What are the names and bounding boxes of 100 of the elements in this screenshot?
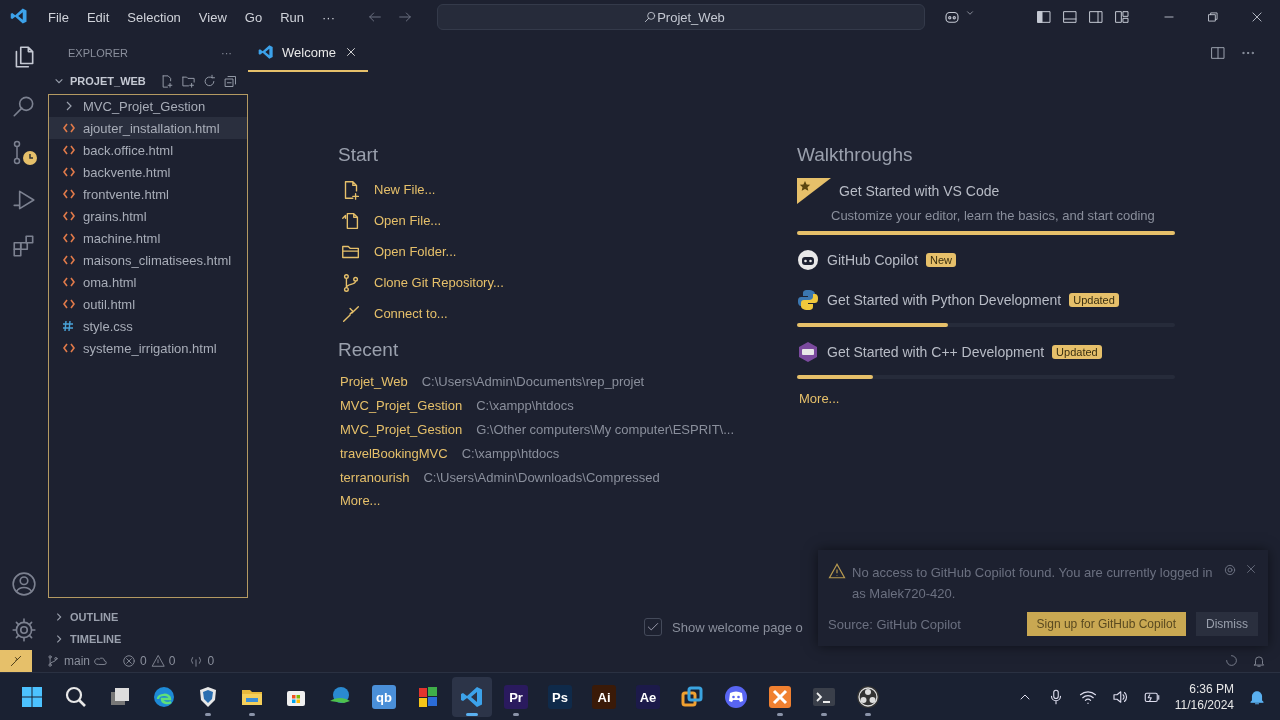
hash-icon (63, 318, 75, 334)
code-brackets-icon (63, 233, 75, 244)
code-editor-icon (258, 44, 274, 60)
app-tile-button[interactable]: Pr (504, 685, 528, 709)
code-editor-icon (10, 6, 28, 25)
restore-icon[interactable] (1206, 10, 1220, 24)
start-link[interactable]: Clone Git Repository... (338, 267, 504, 298)
bell-icon[interactable] (1248, 688, 1266, 706)
recent-link[interactable]: travelBookingMVC (340, 445, 448, 461)
gamepad-face-icon[interactable] (724, 685, 748, 709)
settings-icon[interactable] (11, 617, 37, 643)
explorer-file[interactable]: backvente.html (49, 161, 247, 184)
section-header[interactable]: OUTLINE (48, 606, 248, 628)
explorer-file[interactable]: maisons_climatisees.html (49, 249, 247, 272)
menu-item[interactable]: View (190, 5, 235, 29)
recent-link[interactable]: terranourish (340, 469, 410, 485)
checkbox[interactable] (644, 618, 662, 636)
problems-status[interactable]: 0 0 (122, 654, 176, 668)
more-link[interactable]: More... (797, 391, 840, 406)
badge: Updated (1052, 345, 1102, 359)
split-editor-icon[interactable] (1210, 45, 1226, 61)
search-icon[interactable] (64, 685, 88, 709)
recent-link[interactable]: Projet_Web (340, 373, 408, 389)
explorer-file[interactable]: ajouter_installation.html (49, 117, 247, 140)
bell-icon[interactable] (1252, 654, 1266, 668)
command-center-field[interactable]: Projet_Web (437, 4, 925, 30)
menu-item[interactable]: ··· (314, 5, 343, 29)
code-brackets-icon (63, 211, 75, 222)
code-editor-icon[interactable] (460, 685, 484, 709)
explorer-file[interactable]: grains.html (49, 205, 247, 228)
start-link[interactable]: New File... (338, 174, 436, 205)
menu-item[interactable]: File (40, 5, 77, 29)
account-icon[interactable] (11, 571, 37, 597)
section-header[interactable]: TIMELINE (48, 628, 248, 650)
recent-link[interactable]: MVC_Projet_Gestion (340, 421, 463, 437)
settings-icon[interactable] (1222, 562, 1238, 578)
explorer-file[interactable]: outil.html (49, 293, 247, 316)
explorer-file[interactable]: oma.html (49, 271, 247, 294)
editor-tab[interactable]: Welcome (248, 34, 368, 72)
code-brackets-icon (63, 189, 75, 200)
new-folder-icon[interactable] (180, 73, 196, 89)
walkthrough-item[interactable]: Get Started with Python Development Updated (797, 283, 1175, 327)
more-actions-button[interactable]: ··· (221, 46, 232, 59)
walkthrough-item[interactable]: Get Started with VS Code Customize your editor, learn the basics, and start coding (797, 174, 1175, 235)
volume-icon[interactable] (1110, 688, 1129, 706)
start-link[interactable]: Connect to... (338, 298, 448, 329)
more-link[interactable]: More... (338, 493, 381, 508)
walkthrough-item[interactable]: GitHub Copilot New (797, 243, 1175, 275)
sidebar-title: EXPLORER (68, 46, 128, 59)
windows-logo-icon[interactable] (20, 685, 44, 709)
explorer-folder[interactable]: MVC_Projet_Gestion (49, 95, 247, 118)
new-file-icon[interactable] (159, 73, 175, 89)
layout-icon[interactable] (1114, 9, 1130, 25)
close-icon[interactable] (1250, 10, 1264, 24)
walkthrough-item[interactable]: Get Started with C++ Development Updated (797, 335, 1175, 379)
explorer-file[interactable]: frontvente.html (49, 183, 247, 206)
app-tile-button[interactable]: Ps (548, 685, 572, 709)
collapse-all-icon[interactable] (222, 73, 238, 89)
code-brackets-icon (63, 167, 75, 178)
recent-path: G:\Other computers\My computer\ESPRIT\... (476, 421, 735, 437)
menu-item[interactable]: Edit (78, 5, 118, 29)
menu-item[interactable]: Go (236, 5, 271, 29)
left-panel-icon[interactable] (1036, 9, 1052, 25)
aperture-icon[interactable] (856, 685, 880, 709)
app-tile-button[interactable]: Ae (636, 685, 660, 709)
start-link[interactable]: Open File... (338, 205, 442, 236)
menu-item[interactable]: Selection (119, 5, 189, 29)
recent-link[interactable]: MVC_Projet_Gestion (340, 397, 463, 413)
recent-path: C:\Users\Admin\Downloads\Compressed (423, 469, 660, 485)
chevron-down-icon[interactable] (965, 8, 975, 18)
menu-item[interactable]: Run (272, 5, 312, 29)
branch-status[interactable]: main (46, 654, 108, 668)
warning-icon (150, 654, 165, 668)
explorer-file[interactable]: style.css (49, 315, 247, 338)
swirl-icon[interactable] (152, 685, 176, 709)
start-link[interactable]: Open Folder... (338, 236, 457, 267)
section-heading: Recent (338, 339, 400, 361)
wifi-icon[interactable] (1078, 688, 1097, 706)
colored-squares-icon[interactable] (416, 685, 440, 709)
badge: Updated (1069, 293, 1119, 307)
explorer-file[interactable]: systeme_irrigation.html (49, 337, 247, 360)
sign-up-button[interactable]: Sign up for GitHub Copilot (1026, 612, 1186, 636)
section-heading: Walkthroughs (797, 144, 914, 166)
terminal-icon[interactable] (812, 685, 836, 709)
x-tile-icon[interactable] (768, 685, 792, 709)
warning-icon (828, 562, 846, 580)
right-panel-icon[interactable] (1088, 9, 1104, 25)
antenna-icon (189, 654, 204, 668)
explorer-file[interactable]: back.office.html (49, 139, 247, 162)
clock[interactable]: 6:36 PM 11/16/2024 (1174, 681, 1234, 713)
explorer-file[interactable]: machine.html (49, 227, 247, 250)
ports-status[interactable]: 0 (189, 654, 215, 668)
dismiss-button[interactable]: Dismiss (1196, 612, 1258, 636)
app-tile-button[interactable]: Ai (592, 685, 616, 709)
refresh-icon[interactable] (201, 73, 217, 89)
overlapping-squares-icon[interactable] (680, 685, 704, 709)
bottom-panel-icon[interactable] (1062, 9, 1078, 25)
folder-header[interactable]: PROJET_WEB (48, 71, 248, 92)
recent-path: C:\xampp\htdocs (476, 397, 574, 413)
section-heading: Start (338, 144, 380, 166)
